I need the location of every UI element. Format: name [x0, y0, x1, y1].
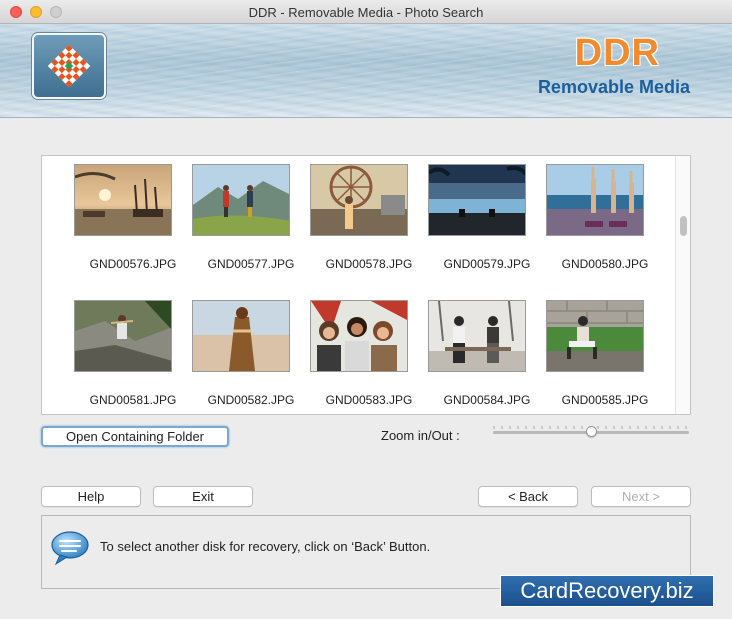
- photo-thumbnail[interactable]: GND00584.JPG: [408, 300, 530, 420]
- speech-bubble-icon: [51, 531, 89, 566]
- exit-button[interactable]: Exit: [153, 486, 253, 507]
- scrollbar-thumb[interactable]: [680, 216, 687, 236]
- photo-thumbnail[interactable]: GND00576.JPG: [54, 164, 176, 284]
- photo-filename: GND00585.JPG: [561, 393, 649, 407]
- photo-thumbnail[interactable]: GND00585.JPG: [526, 300, 648, 420]
- brand-subtitle: Removable Media: [537, 77, 690, 97]
- photo-preview: [74, 300, 172, 372]
- photo-thumbnail[interactable]: GND00577.JPG: [172, 164, 294, 284]
- photo-preview: [546, 300, 644, 372]
- photo-preview: [192, 164, 290, 236]
- photo-thumbnail[interactable]: GND00582.JPG: [172, 300, 294, 420]
- app-logo: [32, 33, 106, 99]
- info-message: To select another disk for recovery, cli…: [100, 539, 431, 554]
- checkered-badge-icon: [47, 44, 91, 88]
- title-bar: DDR - Removable Media - Photo Search: [0, 0, 732, 24]
- photo-thumbnail[interactable]: GND00580.JPG: [526, 164, 648, 284]
- photo-preview: [310, 164, 408, 236]
- brand-name: DDR: [574, 32, 660, 74]
- open-containing-folder-button[interactable]: Open Containing Folder: [41, 426, 229, 447]
- photo-preview: [74, 164, 172, 236]
- photo-thumbnail[interactable]: GND00579.JPG: [408, 164, 530, 284]
- photo-preview: [192, 300, 290, 372]
- zoom-label: Zoom in/Out :: [381, 428, 460, 443]
- photo-thumbnail[interactable]: GND00581.JPG: [54, 300, 176, 420]
- gallery-scrollbar[interactable]: [675, 156, 690, 414]
- help-button[interactable]: Help: [41, 486, 141, 507]
- photo-thumbnail[interactable]: GND00578.JPG: [290, 164, 412, 284]
- next-button[interactable]: Next >: [591, 486, 691, 507]
- photo-filename: GND00580.JPG: [561, 257, 649, 271]
- photo-preview: [428, 300, 526, 372]
- photo-preview: [546, 164, 644, 236]
- window-title: DDR - Removable Media - Photo Search: [248, 5, 484, 20]
- website-watermark: CardRecovery.biz: [500, 575, 714, 607]
- header-banner: DDR Removable Media: [0, 24, 732, 118]
- photo-gallery[interactable]: GND00576.JPG GND00577.JPG GND00578.JPG G…: [41, 155, 691, 415]
- photo-preview: [310, 300, 408, 372]
- back-button[interactable]: < Back: [478, 486, 578, 507]
- zoom-slider-knob[interactable]: [585, 426, 597, 437]
- photo-preview: [428, 164, 526, 236]
- photo-thumbnail[interactable]: GND00583.JPG: [290, 300, 412, 420]
